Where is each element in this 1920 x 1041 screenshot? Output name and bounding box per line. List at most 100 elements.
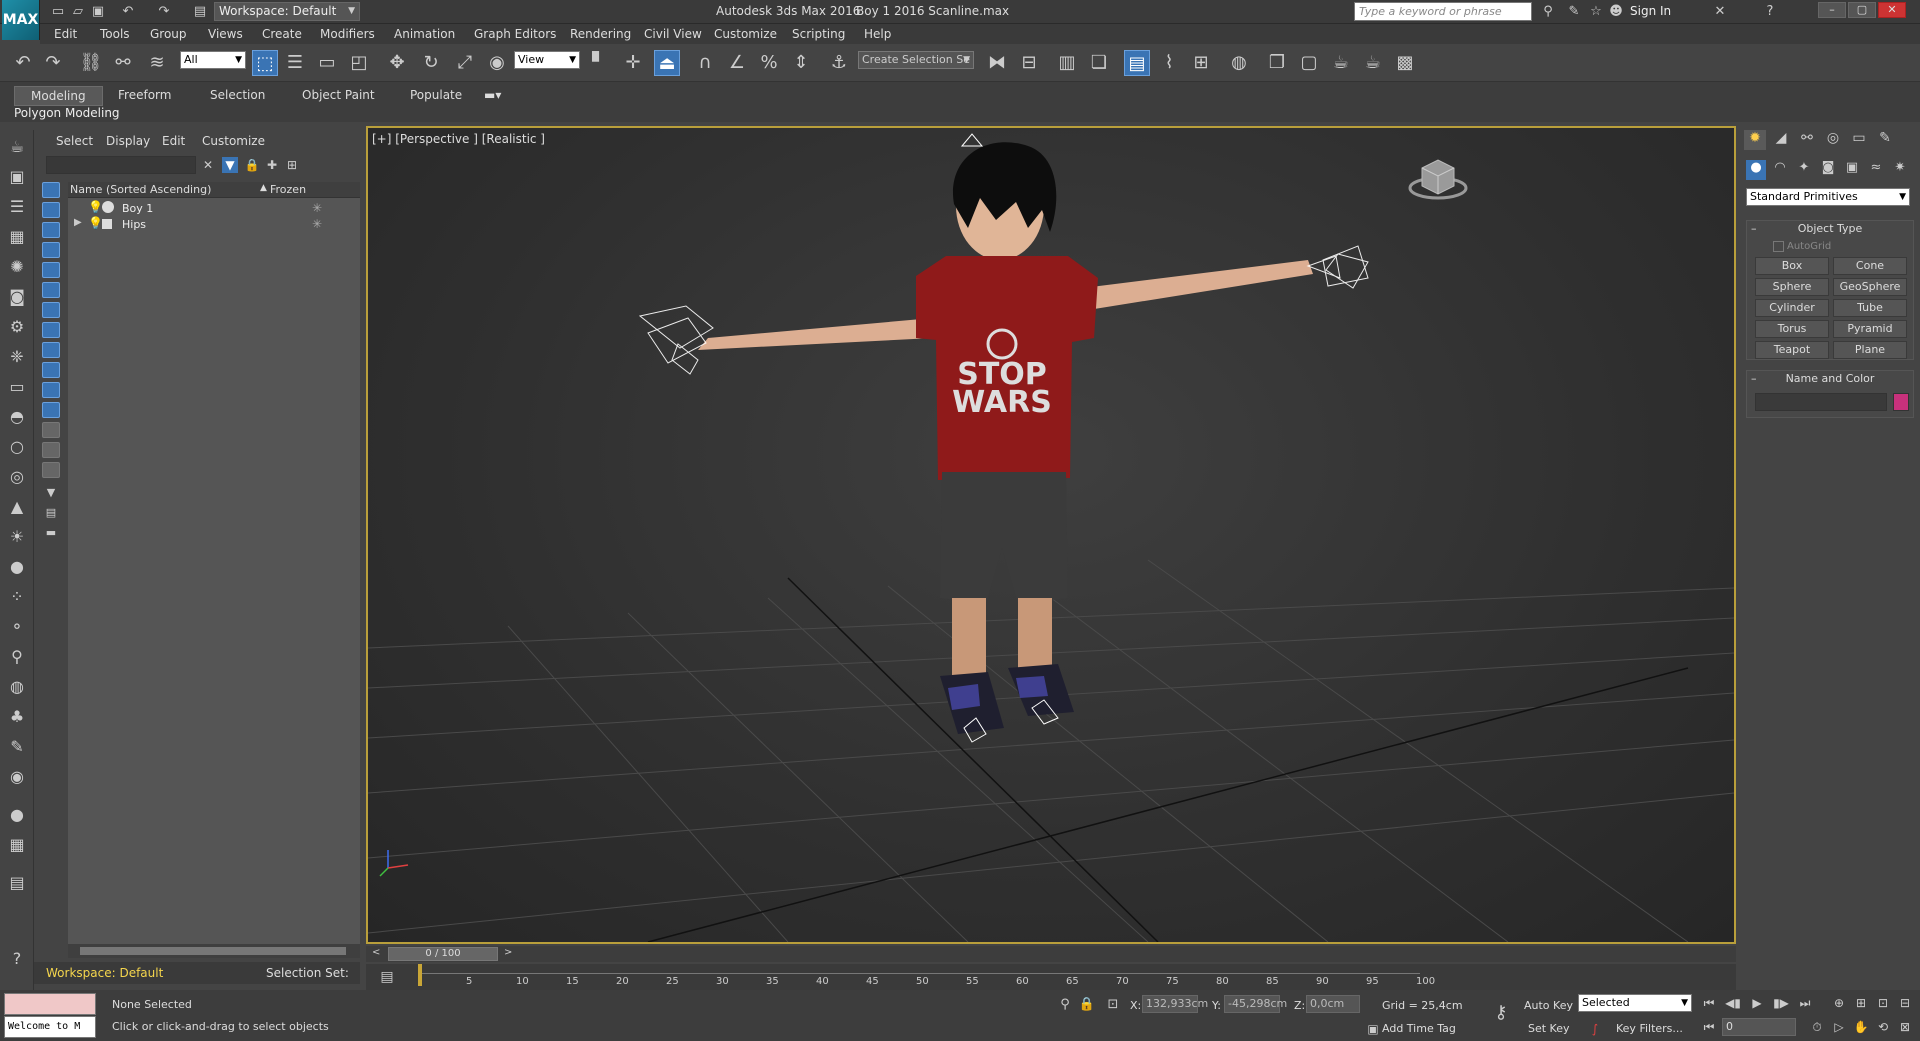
user-icon[interactable]: ☻: [1608, 4, 1624, 20]
script-icon[interactable]: ▤: [6, 872, 28, 894]
select-object-icon[interactable]: ⬚: [252, 50, 278, 76]
selection-lock-icon[interactable]: 🔒: [1074, 992, 1100, 1018]
light-bulb-icon[interactable]: 💡: [88, 216, 103, 230]
z-coordinate-field[interactable]: 0,0cm: [1306, 995, 1360, 1013]
light-icon[interactable]: ✺: [6, 256, 28, 278]
previous-frame-arrow-icon[interactable]: <: [372, 947, 380, 958]
render-setup-icon[interactable]: ❐: [1264, 50, 1290, 76]
display-geometry-icon[interactable]: [42, 182, 60, 198]
hair-icon[interactable]: ✎: [6, 736, 28, 758]
teapot-icon[interactable]: ☕: [6, 136, 28, 158]
systems-icon[interactable]: ✷: [1890, 160, 1910, 180]
autogrid-checkbox[interactable]: [1773, 241, 1784, 252]
cylinder-button[interactable]: Cylinder: [1755, 299, 1829, 317]
menu-views[interactable]: Views: [208, 27, 243, 41]
space-warps-icon[interactable]: ≈: [1866, 160, 1886, 180]
menu-customize[interactable]: Customize: [714, 27, 777, 41]
pyramid-button[interactable]: Pyramid: [1833, 320, 1907, 338]
light-bulb-icon[interactable]: 💡: [88, 200, 103, 214]
bind-space-warp-icon[interactable]: ≋: [144, 50, 170, 76]
zoom-extents-icon[interactable]: ⊡: [1874, 996, 1892, 1012]
angle-snap-icon[interactable]: ∠: [724, 50, 750, 76]
spinner-snap-icon[interactable]: ⇕: [788, 50, 814, 76]
exchange-apps-icon[interactable]: ✕: [1712, 4, 1728, 20]
maximize-button[interactable]: ▢: [1848, 2, 1876, 18]
tab-selection[interactable]: Selection: [194, 86, 281, 104]
material-editor-icon[interactable]: ◍: [1226, 50, 1252, 76]
menu-scripting[interactable]: Scripting: [792, 27, 845, 41]
freeze-icon[interactable]: ✳: [312, 201, 322, 215]
unlink-icon[interactable]: ⚯: [110, 50, 136, 76]
time-slider-thumb[interactable]: 0 / 100: [388, 947, 498, 961]
link-icon[interactable]: ⛓: [78, 50, 104, 76]
lock-icon[interactable]: 🔒: [244, 157, 260, 173]
render-iterative-icon[interactable]: ☕: [1360, 50, 1386, 76]
sphere-icon[interactable]: ○: [6, 436, 28, 458]
menu-edit[interactable]: Edit: [54, 27, 77, 41]
display-xrefs-icon[interactable]: [42, 322, 60, 338]
molecule-icon[interactable]: ⚬: [6, 616, 28, 638]
mirror-icon[interactable]: ⧓: [984, 50, 1010, 76]
display-cameras-icon[interactable]: [42, 242, 60, 258]
table-row[interactable]: 💡 Boy 1 ✳: [68, 200, 360, 216]
camera-icon[interactable]: ◙: [6, 286, 28, 308]
maxscript-listener-input[interactable]: Welcome to M: [4, 1016, 96, 1038]
track-bar[interactable]: ▤ 5 10 15 20 25 30 35 40 45 50 55 60 65 70 75 80 85 90 95 1…: [366, 964, 1736, 990]
current-frame-marker[interactable]: [418, 964, 422, 986]
hierarchy-icon[interactable]: ⊞: [284, 157, 300, 173]
funnel-icon[interactable]: ▼: [42, 486, 60, 502]
modify-tab-icon[interactable]: ◢: [1770, 130, 1792, 150]
snaps-toggle-icon[interactable]: ∩: [692, 50, 718, 76]
display-lights-icon[interactable]: [42, 222, 60, 238]
field-of-view-icon[interactable]: ▷: [1830, 1020, 1848, 1036]
binoculars-icon[interactable]: ⚲: [1540, 4, 1556, 20]
freeze-icon[interactable]: ✳: [312, 217, 322, 231]
primitive-category-dropdown[interactable]: Standard Primitives ▼: [1746, 188, 1910, 206]
torus-icon[interactable]: ◎: [6, 466, 28, 488]
align-icon[interactable]: ⊟: [1016, 50, 1042, 76]
minimize-button[interactable]: –: [1818, 2, 1846, 18]
toggle-panel-icon[interactable]: ▬: [42, 526, 60, 542]
previous-frame-icon[interactable]: ◀▮: [1724, 996, 1742, 1012]
list-icon[interactable]: ☰: [6, 196, 28, 218]
add-selection-icon[interactable]: ✚: [264, 157, 280, 173]
grid-icon[interactable]: ▦: [6, 226, 28, 248]
next-frame-arrow-icon[interactable]: >: [504, 947, 512, 958]
helpers-icon[interactable]: ▣: [1842, 160, 1862, 180]
teapot-button[interactable]: Teapot: [1755, 341, 1829, 359]
time-slider[interactable]: < 0 / 100 >: [366, 946, 1736, 962]
go-to-end-icon[interactable]: ⏭: [1796, 996, 1814, 1012]
cone-button[interactable]: Cone: [1833, 257, 1907, 275]
redo-icon[interactable]: ↷: [156, 4, 172, 20]
selection-filter-dropdown[interactable]: All ▼: [180, 51, 246, 69]
tab-freeform[interactable]: Freeform: [102, 86, 187, 104]
world-icon[interactable]: ◍: [6, 676, 28, 698]
name-and-color-header[interactable]: – Name and Color: [1747, 371, 1913, 387]
menu-modifiers[interactable]: Modifiers: [320, 27, 375, 41]
rectangular-region-icon[interactable]: ▭: [314, 50, 340, 76]
undo-icon[interactable]: ↶: [10, 50, 36, 76]
geometry-icon[interactable]: ●: [1746, 160, 1766, 180]
auto-key-button[interactable]: Auto Key: [1524, 999, 1573, 1012]
app-logo[interactable]: MAX: [2, 0, 40, 40]
pan-view-icon[interactable]: ✋: [1852, 1020, 1870, 1036]
menu-rendering[interactable]: Rendering: [570, 27, 631, 41]
favorites-star-icon[interactable]: ☆: [1588, 4, 1604, 20]
se-menu-edit[interactable]: Edit: [162, 134, 185, 148]
se-menu-customize[interactable]: Customize: [202, 134, 265, 148]
display-groups-icon[interactable]: [42, 302, 60, 318]
menu-graph-editors[interactable]: Graph Editors: [474, 27, 556, 41]
curve-editor-icon[interactable]: ⌇: [1156, 50, 1182, 76]
menu-animation[interactable]: Animation: [394, 27, 455, 41]
cameras-icon[interactable]: ◙: [1818, 160, 1838, 180]
rotate-icon[interactable]: ↻: [418, 50, 444, 76]
new-file-icon[interactable]: ▭: [50, 4, 66, 20]
window-crossing-icon[interactable]: ◰: [346, 50, 372, 76]
plant-icon[interactable]: ♣: [6, 706, 28, 728]
filter-settings-icon[interactable]: ▤: [42, 506, 60, 522]
toggle-scene-explorer-icon[interactable]: ▤: [1124, 50, 1150, 76]
motion-tab-icon[interactable]: ◎: [1822, 130, 1844, 150]
percent-snap-icon[interactable]: %: [756, 50, 782, 76]
current-frame-field[interactable]: 0: [1722, 1018, 1796, 1036]
set-keys-key-icon[interactable]: ⚷: [1488, 1000, 1514, 1026]
